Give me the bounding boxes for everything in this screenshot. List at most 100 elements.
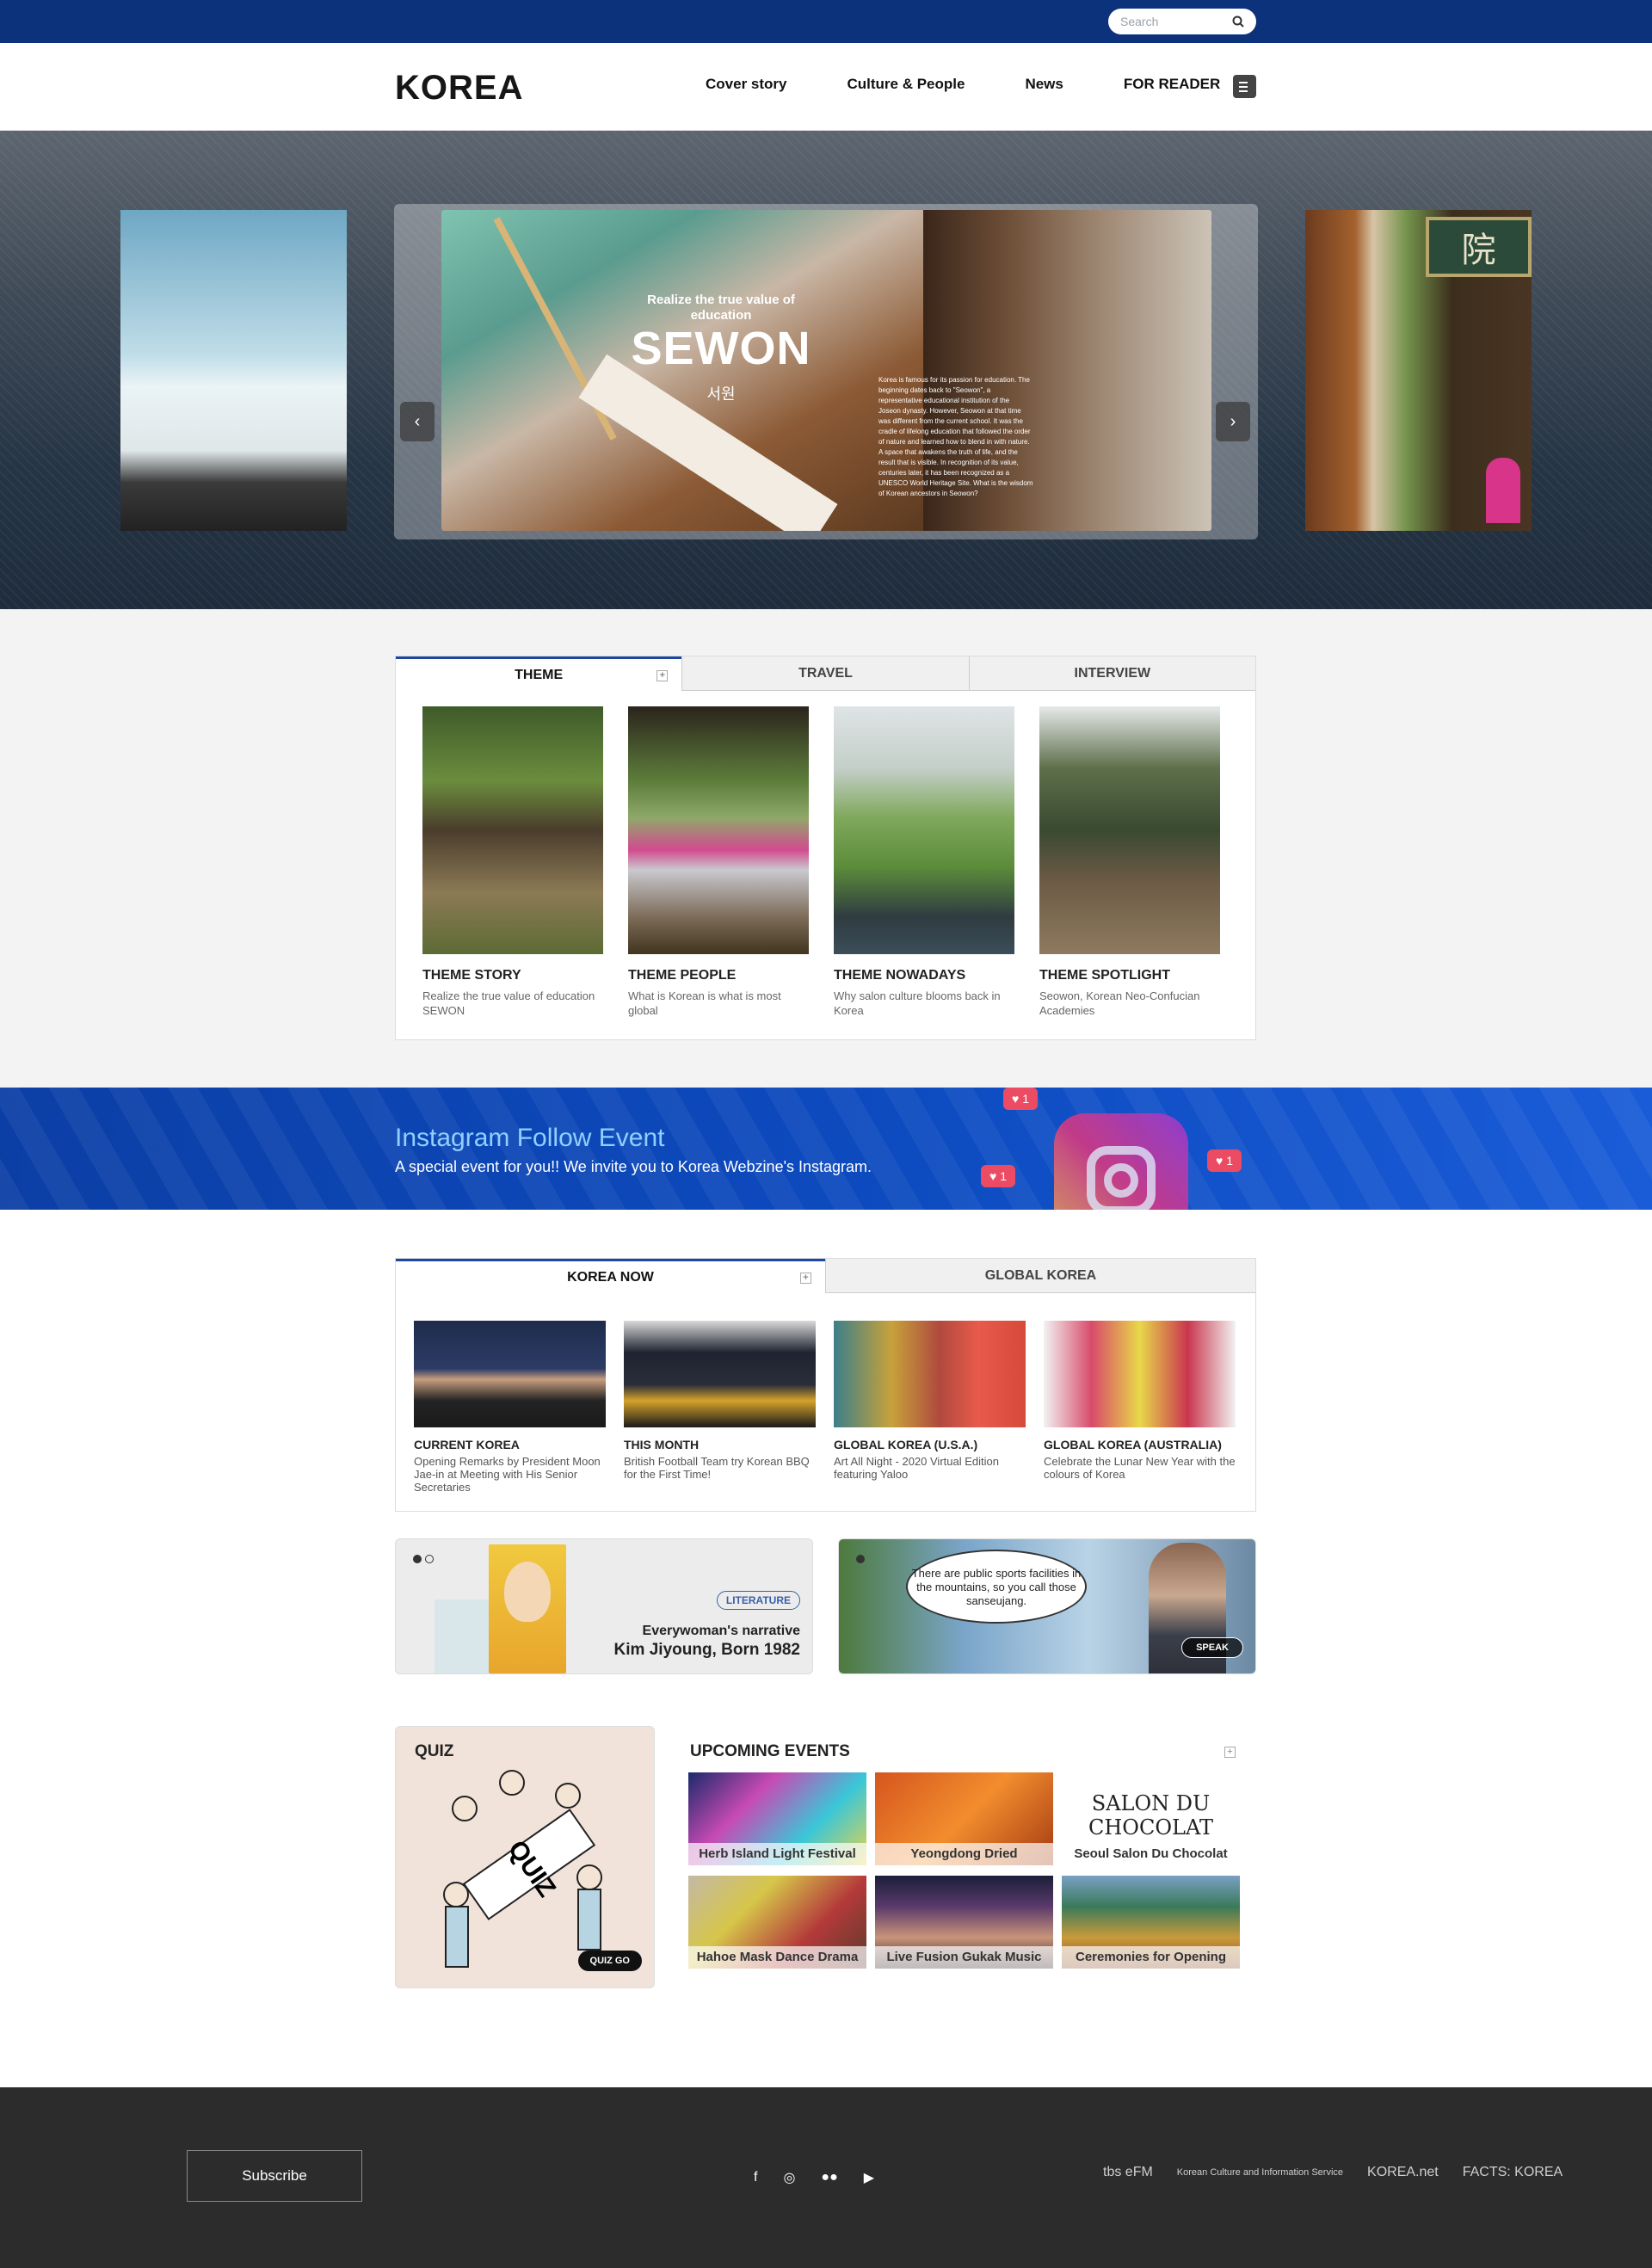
event-card[interactable]: Ceremonies for Opening — [1062, 1876, 1240, 1969]
theme-card[interactable]: THEME STORY Realize the true value of ed… — [422, 706, 603, 1018]
like-badge: ♥ 1 — [1003, 1088, 1038, 1110]
theme-nowadays-image — [834, 706, 1014, 954]
subscribe-button[interactable]: Subscribe — [187, 2150, 362, 2202]
tab-theme[interactable]: THEME + — [396, 656, 682, 691]
event-card[interactable]: Hahoe Mask Dance Drama — [688, 1876, 866, 1969]
flickr-icon[interactable]: ●● — [821, 2170, 837, 2185]
scroll-image — [578, 354, 838, 531]
facts-korea-logo[interactable]: FACTS: KOREA — [1463, 2165, 1563, 2180]
social-links: f ◎ ●● ▶ — [754, 2169, 874, 2186]
card-title: THEME STORY — [422, 968, 521, 983]
this-month-image — [624, 1321, 816, 1427]
korea-net-logo[interactable]: KOREA.net — [1367, 2165, 1439, 2180]
theme-spotlight-image — [1039, 706, 1220, 954]
nav-for-reader[interactable]: FOR READER — [1124, 76, 1220, 93]
event-title: Live Fusion Gukak Music — [875, 1946, 1053, 1969]
news-tab-panel: KOREA NOW + GLOBAL KOREA CURRENT KOREA Op… — [395, 1258, 1256, 1512]
news-card[interactable]: THIS MONTH British Football Team try Kor… — [624, 1321, 816, 1494]
card-desc: British Football Team try Korean BBQ for… — [624, 1455, 810, 1481]
event-title: Seoul Salon Du Chocolat — [1062, 1843, 1240, 1865]
carousel-slide[interactable]: Realize the true value of education SEWO… — [441, 210, 1211, 531]
news-card[interactable]: GLOBAL KOREA (U.S.A.) Art All Night - 20… — [834, 1321, 1026, 1494]
instagram-event-banner[interactable]: Instagram Follow Event A special event f… — [0, 1088, 1652, 1210]
seowon-sign-image: 院 — [1426, 217, 1532, 277]
news-card[interactable]: CURRENT KOREA Opening Remarks by Preside… — [414, 1321, 606, 1494]
theme-card[interactable]: THEME PEOPLE What is Korean is what is m… — [628, 706, 809, 1018]
card-desc: Why salon culture blooms back in Korea — [834, 989, 1001, 1017]
salon-logo-image: SALON DU CHOCOLAT — [1088, 1791, 1213, 1840]
theme-section: THEME + TRAVEL INTERVIEW THEME STORY Real… — [0, 609, 1652, 1088]
quiz-illustration: QUIZ — [443, 1770, 602, 1968]
kocis-logo[interactable]: Korean Culture and Information Service — [1177, 2167, 1343, 2178]
speak-button[interactable]: SPEAK — [1181, 1637, 1243, 1658]
event-title: Ceremonies for Opening — [1062, 1946, 1240, 1969]
book-cover-image — [489, 1544, 566, 1673]
news-section: KOREA NOW + GLOBAL KOREA CURRENT KOREA Op… — [0, 1210, 1652, 1726]
carousel-prev-preview[interactable] — [120, 210, 347, 531]
speech-bubble: There are public sports facilities in th… — [906, 1550, 1087, 1624]
instagram-icon — [1054, 1113, 1188, 1210]
youtube-icon[interactable]: ▶ — [864, 2169, 874, 2186]
quiz-events-section: QUIZ QUIZ QUIZ GO UPCOMING EVENTS + Herb… — [0, 1726, 1652, 2012]
literature-tag: LITERATURE — [716, 1591, 800, 1610]
instagram-event-title: Instagram Follow Event — [395, 1124, 665, 1152]
slide-subtitle: Realize the true value of education — [647, 293, 795, 323]
site-logo[interactable]: KOREA — [395, 69, 523, 108]
speak-banner[interactable]: There are public sports facilities in th… — [838, 1538, 1256, 1674]
tab-global-korea[interactable]: GLOBAL KOREA — [825, 1259, 1255, 1293]
card-desc: Realize the true value of education SEWO… — [422, 989, 595, 1017]
card-title: GLOBAL KOREA (U.S.A.) — [834, 1438, 978, 1451]
more-plus-icon[interactable]: + — [656, 670, 669, 681]
nav-news[interactable]: News — [1025, 76, 1063, 93]
event-card[interactable]: Yeongdong Dried Persimmon — [875, 1772, 1053, 1865]
search-input[interactable]: Search — [1120, 15, 1158, 28]
tab-travel[interactable]: TRAVEL — [681, 656, 969, 691]
theme-card[interactable]: THEME NOWADAYS Why salon culture blooms … — [834, 706, 1014, 1018]
event-card[interactable]: Herb Island Light Festival — [688, 1772, 866, 1865]
search-icon[interactable] — [1232, 15, 1244, 28]
banner-pagination[interactable] — [856, 1555, 865, 1563]
main-nav: Cover story Culture & People News FOR RE… — [706, 76, 1280, 93]
banner-subtitle: Everywoman's narrative — [642, 1624, 800, 1638]
event-card[interactable]: SALON DU CHOCOLAT Seoul Salon Du Chocolat — [1062, 1772, 1240, 1865]
quiz-go-button[interactable]: QUIZ GO — [577, 1951, 642, 1971]
tbs-efm-logo[interactable]: tbs eFM — [1103, 2165, 1153, 2180]
card-desc: Art All Night - 2020 Virtual Edition fea… — [834, 1455, 999, 1481]
search-box[interactable]: Search — [1108, 9, 1256, 34]
like-badge: ♥ 1 — [1207, 1149, 1242, 1172]
card-title: THEME SPOTLIGHT — [1039, 968, 1170, 983]
nav-culture-people[interactable]: Culture & People — [847, 76, 965, 93]
event-title: Yeongdong Dried Persimmon — [875, 1843, 1053, 1865]
slide-title-korean: 서원 — [706, 385, 736, 403]
quiz-card[interactable]: QUIZ QUIZ QUIZ GO — [395, 1726, 655, 1988]
carousel-prev-button[interactable]: ‹ — [400, 402, 435, 441]
more-plus-icon[interactable]: + — [800, 1273, 811, 1284]
partner-logos: tbs eFM Korean Culture and Information S… — [1103, 2165, 1563, 2180]
card-title: THEME PEOPLE — [628, 968, 737, 983]
card-desc: Seowon, Korean Neo-Confucian Academies — [1039, 989, 1200, 1017]
person-image — [1486, 458, 1520, 523]
nav-cover-story[interactable]: Cover story — [706, 76, 786, 93]
event-card[interactable]: Live Fusion Gukak Music — [875, 1876, 1053, 1969]
tab-korea-now[interactable]: KOREA NOW + — [396, 1259, 825, 1293]
theme-card[interactable]: THEME SPOTLIGHT Seowon, Korean Neo-Confu… — [1039, 706, 1220, 1018]
card-desc: Celebrate the Lunar New Year with the co… — [1044, 1455, 1236, 1481]
carousel-next-preview[interactable]: 院 — [1305, 210, 1532, 531]
theme-tab-panel: THEME + TRAVEL INTERVIEW THEME STORY Real… — [395, 656, 1256, 1040]
news-card[interactable]: GLOBAL KOREA (AUSTRALIA) Celebrate the L… — [1044, 1321, 1236, 1494]
card-desc: Opening Remarks by President Moon Jae-in… — [414, 1455, 601, 1494]
facebook-icon[interactable]: f — [754, 2170, 757, 2185]
tab-interview[interactable]: INTERVIEW — [968, 656, 1255, 691]
event-title: Hahoe Mask Dance Drama — [688, 1946, 866, 1969]
banner-title: Kim Jiyoung, Born 1982 — [613, 1641, 800, 1659]
site-header: KOREA Cover story Culture & People News … — [0, 43, 1652, 131]
literature-banner[interactable]: LITERATURE Everywoman's narrative Kim Ji… — [395, 1538, 813, 1674]
theme-people-image — [628, 706, 809, 954]
more-plus-icon[interactable]: + — [1224, 1747, 1236, 1758]
quiz-title: QUIZ — [415, 1742, 454, 1760]
instagram-icon[interactable]: ◎ — [783, 2169, 795, 2186]
banner-pagination[interactable] — [413, 1555, 434, 1563]
carousel-next-button[interactable]: › — [1216, 402, 1250, 441]
event-title: Herb Island Light Festival — [688, 1843, 866, 1865]
menu-icon[interactable] — [1233, 75, 1256, 98]
